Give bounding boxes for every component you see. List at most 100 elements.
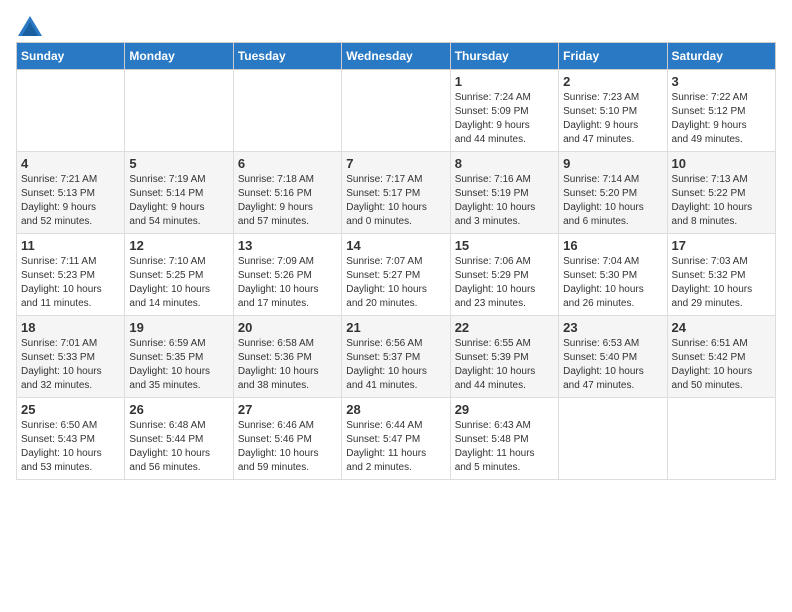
calendar-cell: 23Sunrise: 6:53 AM Sunset: 5:40 PM Dayli… [559, 316, 667, 398]
day-info: Sunrise: 7:04 AM Sunset: 5:30 PM Dayligh… [563, 255, 662, 311]
calendar-cell [233, 70, 341, 152]
day-number: 19 [129, 320, 228, 335]
calendar-cell: 12 Sunrise: 7:10 AM Sunset: 5:25 PM Dayli… [125, 234, 233, 316]
day-info: Sunrise: 7:14 AM Sunset: 5:20 PM Dayligh… [563, 173, 662, 229]
logo-icon [18, 16, 42, 36]
calendar-cell: 3 Sunrise: 7:22 AM Sunset: 5:12 PM Daylig… [667, 70, 775, 152]
day-number: 12 [129, 238, 228, 253]
day-number: 14 [346, 238, 445, 253]
page-header [16, 16, 776, 30]
day-info: Sunrise: 6:43 AM Sunset: 5:48 PM Dayligh… [455, 419, 554, 475]
day-info: Sunrise: 6:56 AM Sunset: 5:37 PM Dayligh… [346, 337, 445, 393]
day-info: Sunrise: 6:51 AM Sunset: 5:42 PM Dayligh… [672, 337, 771, 393]
weekday-header: Monday [125, 43, 233, 70]
calendar-cell: 28 Sunrise: 6:44 AM Sunset: 5:47 PM Dayli… [342, 398, 450, 480]
day-number: 9 [563, 156, 662, 171]
calendar-cell: 7 Sunrise: 7:17 AM Sunset: 5:17 PM Daylig… [342, 152, 450, 234]
calendar-cell: 9 Sunrise: 7:14 AM Sunset: 5:20 PM Daylig… [559, 152, 667, 234]
calendar-cell: 16 Sunrise: 7:04 AM Sunset: 5:30 PM Dayli… [559, 234, 667, 316]
weekday-header: Tuesday [233, 43, 341, 70]
day-info: Sunrise: 7:17 AM Sunset: 5:17 PM Dayligh… [346, 173, 445, 229]
day-number: 18 [21, 320, 120, 335]
day-info: Sunrise: 7:01 AM Sunset: 5:33 PM Dayligh… [21, 337, 120, 393]
calendar-cell [342, 70, 450, 152]
calendar-week-row: 25 Sunrise: 6:50 AM Sunset: 5:43 PM Dayli… [17, 398, 776, 480]
day-info: Sunrise: 7:19 AM Sunset: 5:14 PM Dayligh… [129, 173, 228, 229]
calendar-cell: 29 Sunrise: 6:43 AM Sunset: 5:48 PM Dayli… [450, 398, 558, 480]
day-info: Sunrise: 7:24 AM Sunset: 5:09 PM Dayligh… [455, 91, 554, 147]
day-info: Sunrise: 6:46 AM Sunset: 5:46 PM Dayligh… [238, 419, 337, 475]
day-number: 7 [346, 156, 445, 171]
calendar-cell: 5Sunrise: 7:19 AM Sunset: 5:14 PM Daylig… [125, 152, 233, 234]
day-number: 11 [21, 238, 120, 253]
day-number: 22 [455, 320, 554, 335]
calendar-cell: 27 Sunrise: 6:46 AM Sunset: 5:46 PM Dayli… [233, 398, 341, 480]
day-info: Sunrise: 6:48 AM Sunset: 5:44 PM Dayligh… [129, 419, 228, 475]
calendar-cell: 26 Sunrise: 6:48 AM Sunset: 5:44 PM Dayli… [125, 398, 233, 480]
day-info: Sunrise: 7:09 AM Sunset: 5:26 PM Dayligh… [238, 255, 337, 311]
calendar-cell: 14 Sunrise: 7:07 AM Sunset: 5:27 PM Dayli… [342, 234, 450, 316]
day-number: 8 [455, 156, 554, 171]
day-number: 25 [21, 402, 120, 417]
calendar-header-row: SundayMondayTuesdayWednesdayThursdayFrid… [17, 43, 776, 70]
day-info: Sunrise: 7:03 AM Sunset: 5:32 PM Dayligh… [672, 255, 771, 311]
day-info: Sunrise: 7:21 AM Sunset: 5:13 PM Dayligh… [21, 173, 120, 229]
day-number: 3 [672, 74, 771, 89]
weekday-header: Wednesday [342, 43, 450, 70]
day-number: 16 [563, 238, 662, 253]
day-number: 29 [455, 402, 554, 417]
calendar-cell: 15 Sunrise: 7:06 AM Sunset: 5:29 PM Dayli… [450, 234, 558, 316]
day-number: 21 [346, 320, 445, 335]
day-info: Sunrise: 7:11 AM Sunset: 5:23 PM Dayligh… [21, 255, 120, 311]
day-number: 15 [455, 238, 554, 253]
day-number: 23 [563, 320, 662, 335]
calendar-cell: 13 Sunrise: 7:09 AM Sunset: 5:26 PM Dayli… [233, 234, 341, 316]
calendar-week-row: 4 Sunrise: 7:21 AM Sunset: 5:13 PM Daylig… [17, 152, 776, 234]
day-number: 10 [672, 156, 771, 171]
calendar-cell: 10 Sunrise: 7:13 AM Sunset: 5:22 PM Dayli… [667, 152, 775, 234]
day-info: Sunrise: 7:07 AM Sunset: 5:27 PM Dayligh… [346, 255, 445, 311]
day-number: 26 [129, 402, 228, 417]
day-info: Sunrise: 6:44 AM Sunset: 5:47 PM Dayligh… [346, 419, 445, 475]
day-info: Sunrise: 6:59 AM Sunset: 5:35 PM Dayligh… [129, 337, 228, 393]
calendar-cell: 8 Sunrise: 7:16 AM Sunset: 5:19 PM Daylig… [450, 152, 558, 234]
calendar-table: SundayMondayTuesdayWednesdayThursdayFrid… [16, 42, 776, 480]
calendar-cell: 4 Sunrise: 7:21 AM Sunset: 5:13 PM Daylig… [17, 152, 125, 234]
calendar-cell [559, 398, 667, 480]
logo [16, 16, 42, 30]
day-info: Sunrise: 7:18 AM Sunset: 5:16 PM Dayligh… [238, 173, 337, 229]
day-number: 28 [346, 402, 445, 417]
calendar-cell [125, 70, 233, 152]
calendar-cell: 1 Sunrise: 7:24 AM Sunset: 5:09 PM Daylig… [450, 70, 558, 152]
day-number: 24 [672, 320, 771, 335]
calendar-cell: 6 Sunrise: 7:18 AM Sunset: 5:16 PM Daylig… [233, 152, 341, 234]
day-info: Sunrise: 7:23 AM Sunset: 5:10 PM Dayligh… [563, 91, 662, 147]
day-info: Sunrise: 7:13 AM Sunset: 5:22 PM Dayligh… [672, 173, 771, 229]
day-info: Sunrise: 7:22 AM Sunset: 5:12 PM Dayligh… [672, 91, 771, 147]
day-info: Sunrise: 7:10 AM Sunset: 5:25 PM Dayligh… [129, 255, 228, 311]
calendar-cell: 22 Sunrise: 6:55 AM Sunset: 5:39 PM Dayli… [450, 316, 558, 398]
day-info: Sunrise: 7:16 AM Sunset: 5:19 PM Dayligh… [455, 173, 554, 229]
calendar-cell: 18 Sunrise: 7:01 AM Sunset: 5:33 PM Dayli… [17, 316, 125, 398]
calendar-week-row: 1 Sunrise: 7:24 AM Sunset: 5:09 PM Daylig… [17, 70, 776, 152]
calendar-week-row: 18 Sunrise: 7:01 AM Sunset: 5:33 PM Dayli… [17, 316, 776, 398]
calendar-cell: 2 Sunrise: 7:23 AM Sunset: 5:10 PM Daylig… [559, 70, 667, 152]
day-info: Sunrise: 6:55 AM Sunset: 5:39 PM Dayligh… [455, 337, 554, 393]
day-number: 20 [238, 320, 337, 335]
calendar-cell: 19 Sunrise: 6:59 AM Sunset: 5:35 PM Dayli… [125, 316, 233, 398]
weekday-header: Sunday [17, 43, 125, 70]
day-number: 6 [238, 156, 337, 171]
day-info: Sunrise: 6:50 AM Sunset: 5:43 PM Dayligh… [21, 419, 120, 475]
weekday-header: Thursday [450, 43, 558, 70]
calendar-week-row: 11 Sunrise: 7:11 AM Sunset: 5:23 PM Dayli… [17, 234, 776, 316]
day-number: 2 [563, 74, 662, 89]
calendar-cell: 25 Sunrise: 6:50 AM Sunset: 5:43 PM Dayli… [17, 398, 125, 480]
day-number: 1 [455, 74, 554, 89]
day-number: 4 [21, 156, 120, 171]
calendar-cell: 21 Sunrise: 6:56 AM Sunset: 5:37 PM Dayli… [342, 316, 450, 398]
day-number: 13 [238, 238, 337, 253]
calendar-cell [17, 70, 125, 152]
day-info: Sunrise: 7:06 AM Sunset: 5:29 PM Dayligh… [455, 255, 554, 311]
day-number: 17 [672, 238, 771, 253]
day-number: 27 [238, 402, 337, 417]
